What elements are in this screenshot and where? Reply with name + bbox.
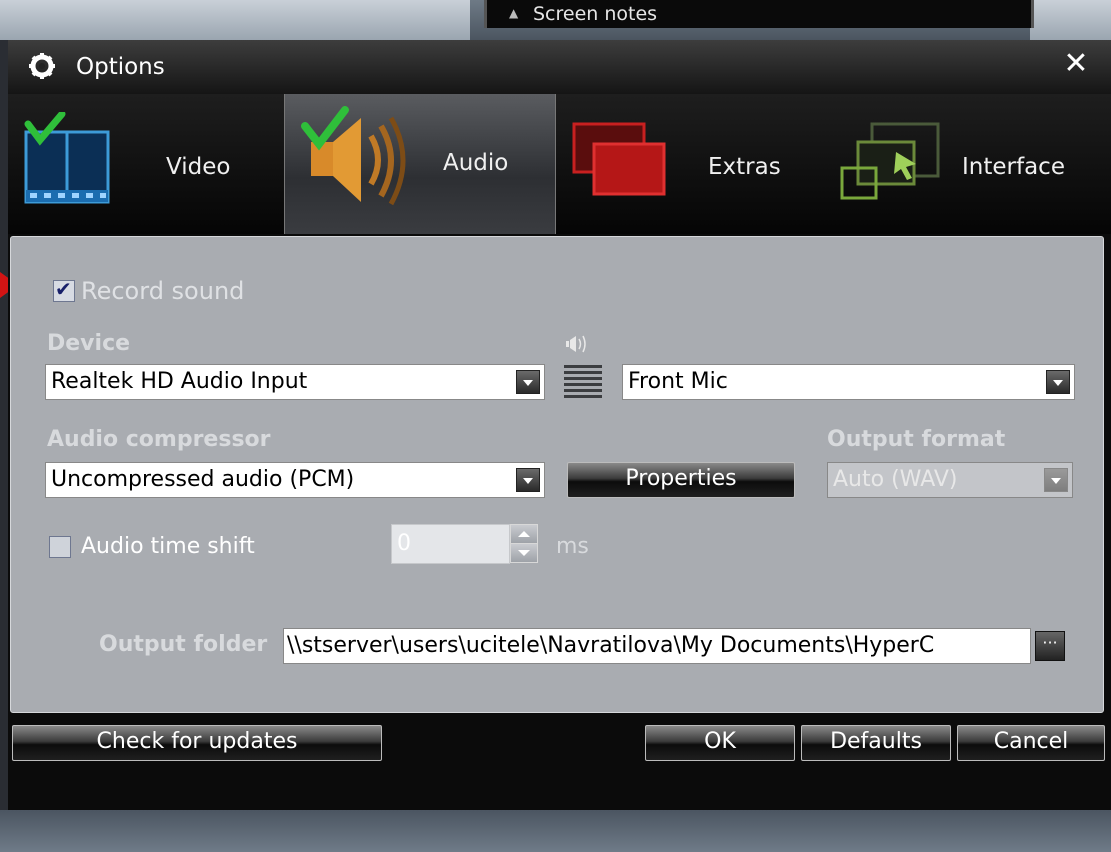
background-panel-right [1030,0,1111,40]
device-dropdown[interactable]: Realtek HD Audio Input [45,364,545,400]
volume-level-icon [564,335,602,398]
tab-interface-label: Interface [962,154,1065,180]
background-panel-left [0,0,470,40]
close-button[interactable]: ✕ [1056,44,1096,84]
expand-up-icon: ▲ [509,6,519,20]
input-line-dropdown[interactable]: Front Mic [622,364,1075,400]
defaults-button[interactable]: Defaults [801,725,951,761]
output-format-label: Output format [827,427,1006,452]
screen-notes-tab[interactable]: ▲ Screen notes [484,0,1034,28]
output-folder-value: \\stserver\users\ucitele\Navratilova\My … [287,633,935,658]
film-icon [24,112,110,204]
check-updates-button[interactable]: Check for updates [12,725,382,761]
tab-audio-label: Audio [443,150,509,176]
stepper-down-icon[interactable] [510,543,538,563]
output-folder-field[interactable]: \\stserver\users\ucitele\Navratilova\My … [283,628,1031,664]
tab-video[interactable]: Video [8,94,278,234]
browse-folder-button[interactable]: ··· [1035,631,1065,661]
tab-video-label: Video [166,154,231,180]
input-line-value: Front Mic [628,369,728,394]
audio-settings-panel: ✔ Record sound Device Realtek HD Audio I… [10,236,1104,713]
output-format-dropdown[interactable]: Auto (WAV) [827,462,1073,498]
interface-icon [840,122,940,200]
chevron-down-icon [1046,370,1070,394]
record-sound-checkbox[interactable]: ✔ [53,277,75,302]
extras-icon [572,122,666,196]
cancel-button[interactable]: Cancel [957,725,1105,761]
time-shift-stepper[interactable] [510,524,538,563]
screen-notes-label: Screen notes [533,3,658,25]
title-bar[interactable]: Options ✕ [8,40,1111,94]
options-window: Options ✕ Video Audio Extras Interface ✔… [8,40,1111,810]
audio-time-shift-label: Audio time shift [81,534,255,559]
window-title: Options [76,54,165,80]
tab-bar: Video Audio Extras Interface [8,94,1111,234]
tab-audio[interactable]: Audio [284,94,556,234]
ok-button[interactable]: OK [645,725,795,761]
time-shift-unit: ms [556,534,589,559]
audio-compressor-value: Uncompressed audio (PCM) [51,467,355,492]
chevron-down-icon [516,468,540,492]
time-shift-value: 0 [397,531,411,556]
checkmark-icon: ✔ [55,277,72,301]
tab-extras[interactable]: Extras [560,94,830,234]
output-format-value: Auto (WAV) [833,467,958,492]
audio-compressor-dropdown[interactable]: Uncompressed audio (PCM) [45,462,545,498]
record-sound-label: Record sound [81,277,245,305]
tab-extras-label: Extras [708,154,781,180]
output-folder-label: Output folder [99,632,268,657]
time-shift-input[interactable]: 0 [391,524,510,564]
gear-icon [29,53,55,79]
device-value: Realtek HD Audio Input [51,369,308,394]
properties-button[interactable]: Properties [567,462,795,498]
audio-compressor-label: Audio compressor [47,427,271,452]
chevron-down-icon [1044,468,1068,492]
stepper-up-icon[interactable] [510,524,538,544]
speaker-icon [301,106,406,206]
audio-time-shift-checkbox[interactable] [49,536,71,558]
device-label: Device [47,331,131,356]
tab-interface[interactable]: Interface [834,94,1111,234]
chevron-down-icon [516,370,540,394]
background-bottom-strip [0,810,1111,852]
